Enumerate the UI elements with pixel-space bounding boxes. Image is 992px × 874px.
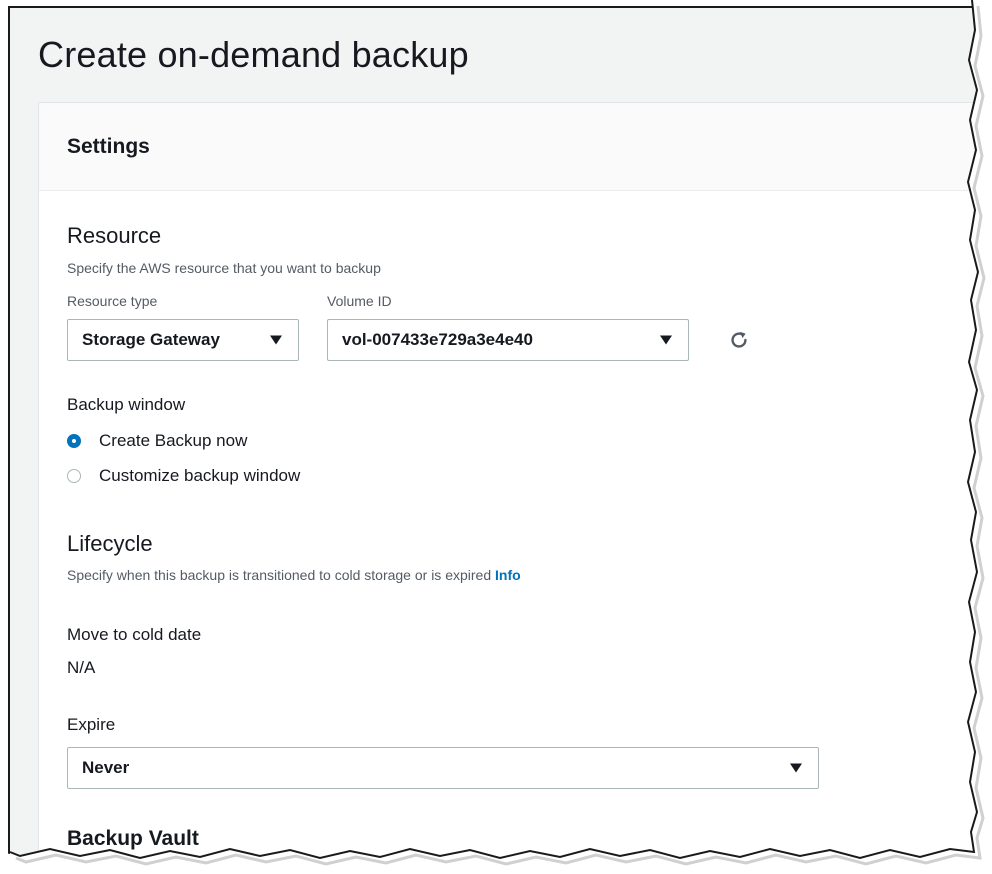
resource-title: Resource — [67, 223, 162, 248]
backup-window-label: Backup window — [67, 395, 186, 414]
refresh-button[interactable] — [725, 326, 753, 354]
settings-panel: Settings Resource Specify the AWS resour… — [38, 102, 982, 856]
expire-label: Expire — [67, 715, 116, 734]
expire-value: Never — [82, 758, 130, 777]
refresh-icon — [731, 331, 747, 348]
expire-select[interactable]: Never — [67, 747, 819, 789]
radio-create-backup-now[interactable]: Create Backup now — [67, 431, 247, 451]
resource-description: Specify the AWS resource that you want t… — [67, 260, 381, 276]
radio-label: Create Backup now — [99, 431, 248, 450]
radio-customize-backup-window[interactable]: Customize backup window — [67, 466, 300, 486]
caret-down-icon — [790, 763, 802, 773]
resource-type-label: Resource type — [67, 293, 158, 309]
move-to-cold-label: Move to cold date — [67, 625, 202, 644]
caret-down-icon — [660, 335, 672, 345]
settings-heading: Settings — [67, 135, 150, 158]
resource-type-value: Storage Gateway — [82, 330, 220, 349]
lifecycle-description-text: Specify when this backup is transitioned… — [67, 567, 492, 583]
settings-header: Settings — [39, 103, 982, 191]
resource-type-select[interactable]: Storage Gateway — [67, 319, 299, 361]
info-link[interactable]: Info — [495, 567, 521, 583]
lifecycle-title: Lifecycle — [67, 531, 153, 556]
radio-label: Customize backup window — [99, 466, 301, 485]
move-to-cold-value: N/A — [67, 658, 96, 677]
volume-id-label: Volume ID — [327, 293, 392, 309]
screenshot-frame: Create on-demand backup Settings Resourc… — [8, 6, 982, 856]
volume-id-select[interactable]: vol-007433e729a3e4e40 — [327, 319, 689, 361]
caret-down-icon — [270, 335, 282, 345]
lifecycle-description: Specify when this backup is transitioned… — [67, 567, 521, 583]
radio-unchecked-icon — [67, 469, 81, 483]
page-title: Create on-demand backup — [38, 34, 469, 75]
volume-id-value: vol-007433e729a3e4e40 — [342, 330, 533, 349]
radio-checked-icon — [67, 434, 81, 448]
backup-vault-title: Backup Vault — [67, 827, 199, 850]
